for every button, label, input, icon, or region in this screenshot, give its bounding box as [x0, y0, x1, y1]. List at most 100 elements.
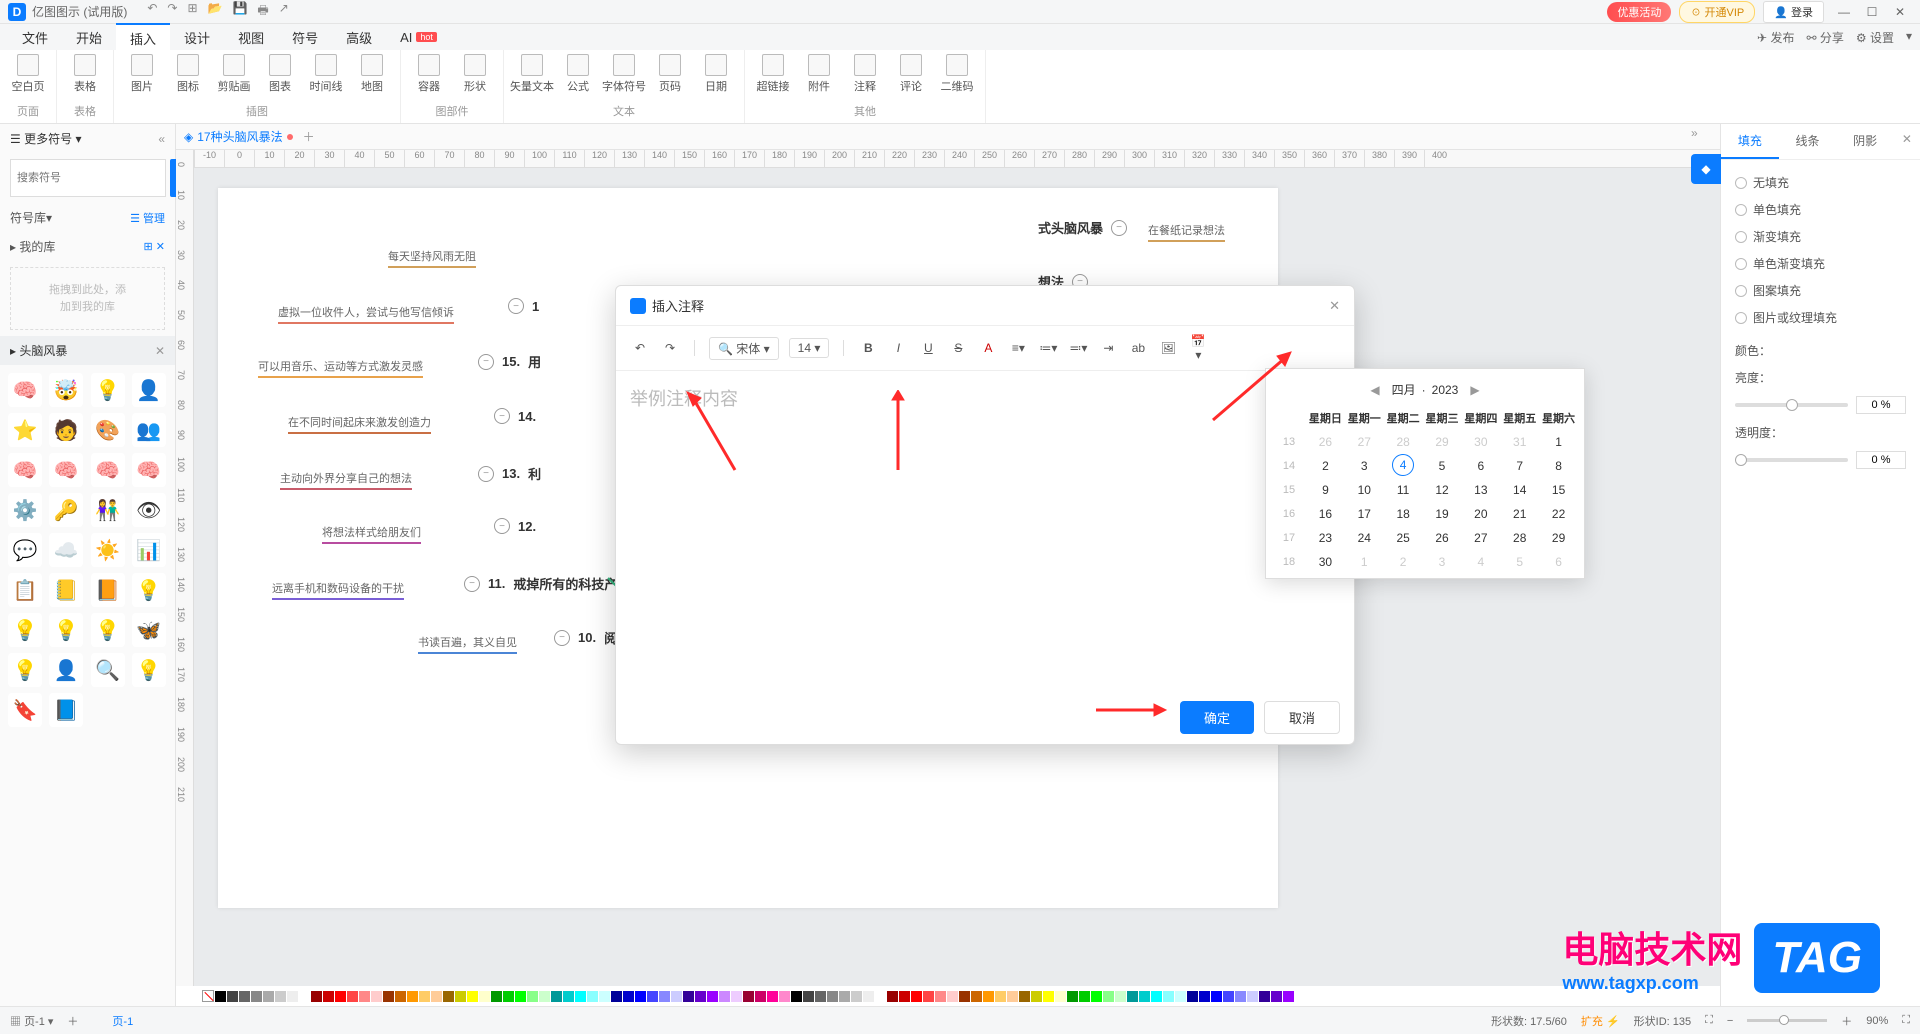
brightness-value[interactable]	[1856, 396, 1906, 414]
sidebar-collapse-icon[interactable]: «	[158, 132, 165, 146]
color-swatch[interactable]	[995, 991, 1006, 1002]
publish-button[interactable]: ✈ 发布	[1757, 29, 1794, 46]
print-icon[interactable]: 🖶	[257, 1, 268, 22]
color-swatch[interactable]	[395, 991, 406, 1002]
cal-day[interactable]: 11	[1384, 478, 1423, 502]
shape-item[interactable]: 🧠	[91, 453, 125, 487]
color-swatch[interactable]	[359, 991, 370, 1002]
color-swatch[interactable]	[683, 991, 694, 1002]
zoom-in-icon[interactable]: ＋	[1841, 1013, 1852, 1029]
color-swatch[interactable]	[443, 991, 454, 1002]
mm-note[interactable]: 在不同时间起床来激发创造力	[288, 414, 431, 434]
color-swatch[interactable]	[575, 991, 586, 1002]
color-swatch[interactable]	[1031, 991, 1042, 1002]
window-minimize-icon[interactable]: —	[1832, 3, 1856, 21]
color-swatch[interactable]	[947, 991, 958, 1002]
opacity-value[interactable]	[1856, 451, 1906, 469]
cal-day[interactable]: 24	[1345, 526, 1384, 550]
cal-day[interactable]: 22	[1539, 502, 1578, 526]
image-icon[interactable]: 🖼	[1158, 341, 1178, 355]
zoom-slider[interactable]	[1747, 1019, 1827, 1022]
more-symbols-label[interactable]: ☰ 更多符号 ▾	[10, 130, 81, 147]
ribbon-item[interactable]: 附件	[797, 54, 841, 94]
shape-item[interactable]: 🔖	[8, 693, 42, 727]
color-swatch[interactable]	[611, 991, 622, 1002]
color-swatch[interactable]	[1019, 991, 1030, 1002]
color-swatch[interactable]	[935, 991, 946, 1002]
color-swatch[interactable]	[1079, 991, 1090, 1002]
page-picker[interactable]: ▦ 页-1 ▾	[10, 1013, 53, 1029]
ribbon-item[interactable]: 公式	[556, 54, 600, 94]
color-swatch[interactable]	[1007, 991, 1018, 1002]
share-button[interactable]: ⚯ 分享	[1806, 29, 1843, 46]
shape-item[interactable]: 🎨	[91, 413, 125, 447]
mm-note[interactable]: 主动向外界分享自己的想法	[280, 470, 412, 490]
cal-day[interactable]: 30	[1306, 550, 1345, 574]
cal-day[interactable]: 28	[1500, 526, 1539, 550]
ribbon-item[interactable]: 图表	[258, 54, 302, 94]
cal-day[interactable]: 25	[1384, 526, 1423, 550]
page-tab[interactable]: 页-1	[112, 1013, 133, 1029]
section-close-icon[interactable]: ✕	[155, 344, 165, 358]
fill-option[interactable]: 无填充	[1735, 174, 1906, 191]
color-swatch[interactable]	[863, 991, 874, 1002]
cal-day[interactable]: 27	[1461, 526, 1500, 550]
cal-day[interactable]: 3	[1345, 454, 1384, 478]
cal-day[interactable]: 2	[1306, 454, 1345, 478]
shape-item[interactable]: 👥	[132, 413, 166, 447]
no-fill-icon[interactable]	[202, 990, 214, 1002]
fullscreen-icon[interactable]: ⛶	[1902, 1014, 1910, 1027]
shape-item[interactable]: 💡	[49, 613, 83, 647]
new-icon[interactable]: ⊞	[187, 1, 197, 22]
mm-note[interactable]: 将想法样式给朋友们	[322, 524, 421, 544]
color-swatch[interactable]	[1223, 991, 1234, 1002]
cal-day[interactable]: 16	[1306, 502, 1345, 526]
color-swatch[interactable]	[839, 991, 850, 1002]
cal-day[interactable]: 15	[1539, 478, 1578, 502]
color-swatch[interactable]	[1067, 991, 1078, 1002]
color-swatch[interactable]	[251, 991, 262, 1002]
cal-day[interactable]: 9	[1306, 478, 1345, 502]
window-maximize-icon[interactable]: ☐	[1860, 3, 1884, 21]
ribbon-item[interactable]: 评论	[889, 54, 933, 94]
color-swatch[interactable]	[1055, 991, 1066, 1002]
menu-tab[interactable]: 符号	[278, 24, 332, 51]
cal-prev-icon[interactable]: ◀	[1364, 383, 1385, 397]
cal-day[interactable]: 19	[1423, 502, 1462, 526]
underline-icon[interactable]: U	[918, 341, 938, 355]
cal-day[interactable]: 6	[1539, 550, 1578, 574]
color-swatch[interactable]	[923, 991, 934, 1002]
color-swatch[interactable]	[803, 991, 814, 1002]
drop-zone[interactable]: 拖拽到此处，添加到我的库	[10, 267, 165, 330]
shape-item[interactable]: 🧑	[49, 413, 83, 447]
collapse-icon[interactable]: −	[508, 298, 524, 314]
my-lib-label[interactable]: ▸ 我的库	[10, 238, 55, 255]
ribbon-item[interactable]: 时间线	[304, 54, 348, 94]
color-swatch[interactable]	[275, 991, 286, 1002]
shape-item[interactable]: 👤	[49, 653, 83, 687]
color-swatch[interactable]	[1271, 991, 1282, 1002]
color-swatch[interactable]	[299, 991, 310, 1002]
color-swatch[interactable]	[791, 991, 802, 1002]
color-swatch[interactable]	[815, 991, 826, 1002]
shape-item[interactable]: 🦋	[132, 613, 166, 647]
format-tab-fill[interactable]: 填充	[1721, 124, 1779, 159]
color-swatch[interactable]	[779, 991, 790, 1002]
date-icon[interactable]: 📅▾	[1188, 334, 1208, 362]
shape-item[interactable]: 💡	[8, 613, 42, 647]
fill-option[interactable]: 单色渐变填充	[1735, 255, 1906, 272]
format-tab-shadow[interactable]: 阴影	[1836, 124, 1894, 159]
size-select[interactable]: 14 ▾	[789, 338, 830, 358]
shape-item[interactable]: 👤	[132, 373, 166, 407]
mm-note[interactable]: 远离手机和数码设备的干扰	[272, 580, 404, 600]
shape-item[interactable]: 💬	[8, 533, 42, 567]
zoom-out-icon[interactable]: −	[1727, 1015, 1733, 1027]
format-tab-line[interactable]: 线条	[1779, 124, 1837, 159]
manage-link[interactable]: ☰ 管理	[130, 210, 165, 226]
color-swatch[interactable]	[1115, 991, 1126, 1002]
shape-item[interactable]: 📒	[49, 573, 83, 607]
shape-item[interactable]: ⭐	[8, 413, 42, 447]
format-tool-icon[interactable]: ◆	[1691, 154, 1721, 184]
cal-day[interactable]: 13	[1461, 478, 1500, 502]
cal-day[interactable]: 1	[1539, 430, 1578, 454]
